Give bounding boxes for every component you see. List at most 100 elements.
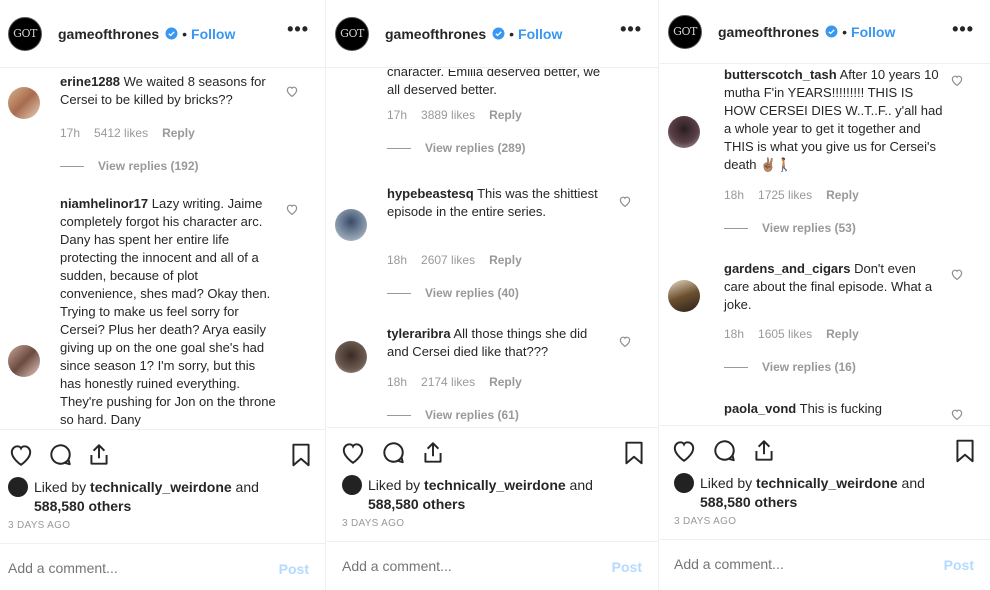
share-icon[interactable] [86,442,112,468]
post-timestamp: 3 DAYS AGO [674,516,737,527]
more-options-icon[interactable]: ••• [620,20,642,38]
liked-by: Liked by technically_weirdone and 588,580… [8,477,259,515]
add-comment-input[interactable] [674,556,914,572]
post-button[interactable]: Post [612,559,642,575]
add-comment-input[interactable] [8,560,248,576]
liker-avatar[interactable] [342,475,362,495]
like-comment-icon[interactable] [950,408,964,421]
profile-avatar[interactable]: GOT [335,16,369,51]
post-panel-1: GOT gameofthrones • Follow ••• erine1288… [0,0,326,590]
commenter-avatar[interactable] [8,87,40,119]
profile-username[interactable]: gameofthrones [385,26,486,42]
liker-username[interactable]: technically_weirdone [90,479,232,495]
comment-icon[interactable] [380,440,406,466]
profile-avatar[interactable]: GOT [8,16,42,51]
post-header: GOT gameofthrones • Follow ••• [0,0,325,68]
view-replies-button[interactable]: View replies (16) [724,360,856,374]
profile-username[interactable]: gameofthrones [718,24,819,40]
view-replies-button[interactable]: View replies (289) [387,141,526,155]
comment-username[interactable]: hypebeastesq [387,186,474,201]
view-replies-button[interactable]: View replies (40) [387,286,519,300]
reply-button[interactable]: Reply [489,375,522,389]
like-comment-icon[interactable] [950,74,964,87]
comment-time: 18h [724,327,745,341]
comments-list[interactable]: erine1288 We waited 8 seasons for Cersei… [0,69,325,429]
follow-button[interactable]: Follow [518,26,562,42]
comment-meta: 17h 3889 likes Reply [387,108,536,122]
comment-likes[interactable]: 2174 likes [421,375,475,389]
separator-dot: • [842,23,848,40]
reply-button[interactable]: Reply [162,126,195,140]
liked-others[interactable]: 588,580 others [700,494,797,510]
profile-username[interactable]: gameofthrones [58,26,159,42]
comment-likes[interactable]: 2607 likes [421,253,475,267]
bookmark-icon[interactable] [952,438,978,464]
commenter-avatar[interactable] [668,280,700,312]
comment-time: 17h [387,108,408,122]
like-heart-icon[interactable] [8,442,34,468]
like-comment-icon[interactable] [285,203,299,216]
bookmark-icon[interactable] [288,442,314,468]
comment-meta: 18h 1605 likes Reply [724,327,873,341]
more-options-icon[interactable]: ••• [952,20,974,38]
liker-avatar[interactable] [674,473,694,493]
liked-others[interactable]: 588,580 others [34,498,131,514]
post-panel-2: GOT gameofthrones • Follow ••• character… [327,0,659,590]
more-options-icon[interactable]: ••• [287,20,309,38]
like-heart-icon[interactable] [340,440,366,466]
reply-button[interactable]: Reply [826,327,859,341]
like-comment-icon[interactable] [618,195,632,208]
view-replies-button[interactable]: View replies (192) [60,159,199,173]
comment-username[interactable]: tyleraribra [387,326,451,341]
bookmark-icon[interactable] [621,440,647,466]
reply-button[interactable]: Reply [489,108,522,122]
comment-likes[interactable]: 5412 likes [94,126,148,140]
comment-username[interactable]: paola_vond [724,401,796,416]
post-button[interactable]: Post [944,557,974,573]
comment-meta: 17h 5412 likes Reply [60,126,209,140]
comment-text: hypebeastesq This was the shittiest epis… [387,186,598,219]
liked-others[interactable]: 588,580 others [368,496,465,512]
action-bar [327,427,658,467]
like-comment-icon[interactable] [285,85,299,98]
follow-button[interactable]: Follow [851,24,895,40]
profile-avatar[interactable]: GOT [668,14,702,49]
reply-button[interactable]: Reply [489,253,522,267]
liker-username[interactable]: technically_weirdone [424,477,566,493]
comment-icon[interactable] [47,442,73,468]
comment-text: tyleraribra All those things she did and… [387,326,588,359]
post-button[interactable]: Post [279,561,309,577]
liker-username[interactable]: technically_weirdone [756,475,898,491]
comment-likes[interactable]: 1605 likes [758,327,812,341]
like-heart-icon[interactable] [671,438,697,464]
like-comment-icon[interactable] [618,335,632,348]
comment-time: 17h [60,126,81,140]
comment-meta: 18h 2607 likes Reply [387,253,536,267]
reply-button[interactable]: Reply [826,188,859,202]
view-replies-button[interactable]: View replies (61) [387,408,519,422]
comment-likes[interactable]: 3889 likes [421,108,475,122]
commenter-avatar[interactable] [8,345,40,377]
like-comment-icon[interactable] [950,268,964,281]
comment-likes[interactable]: 1725 likes [758,188,812,202]
add-comment-input[interactable] [342,558,582,574]
comment-meta: 18h 2174 likes Reply [387,375,536,389]
share-icon[interactable] [751,438,777,464]
post-panel-3: GOT gameofthrones • Follow ••• buttersco… [660,0,990,590]
follow-button[interactable]: Follow [191,26,235,42]
share-icon[interactable] [420,440,446,466]
action-bar [660,425,990,465]
comment-username[interactable]: gardens_and_cigars [724,261,850,276]
liker-avatar[interactable] [8,477,28,497]
add-comment-bar: Post [327,541,658,590]
commenter-avatar[interactable] [335,209,367,241]
comment-icon[interactable] [711,438,737,464]
comments-list[interactable]: butterscotch_tash After 10 years 10 muth… [660,65,990,425]
comment-username[interactable]: butterscotch_tash [724,67,837,82]
view-replies-button[interactable]: View replies (53) [724,221,856,235]
comments-list[interactable]: character. Emilia deserved better, we al… [327,69,658,429]
commenter-avatar[interactable] [335,341,367,373]
comment-username[interactable]: erine1288 [60,74,120,89]
commenter-avatar[interactable] [668,116,700,148]
comment-username[interactable]: niamhelinor17 [60,196,148,211]
